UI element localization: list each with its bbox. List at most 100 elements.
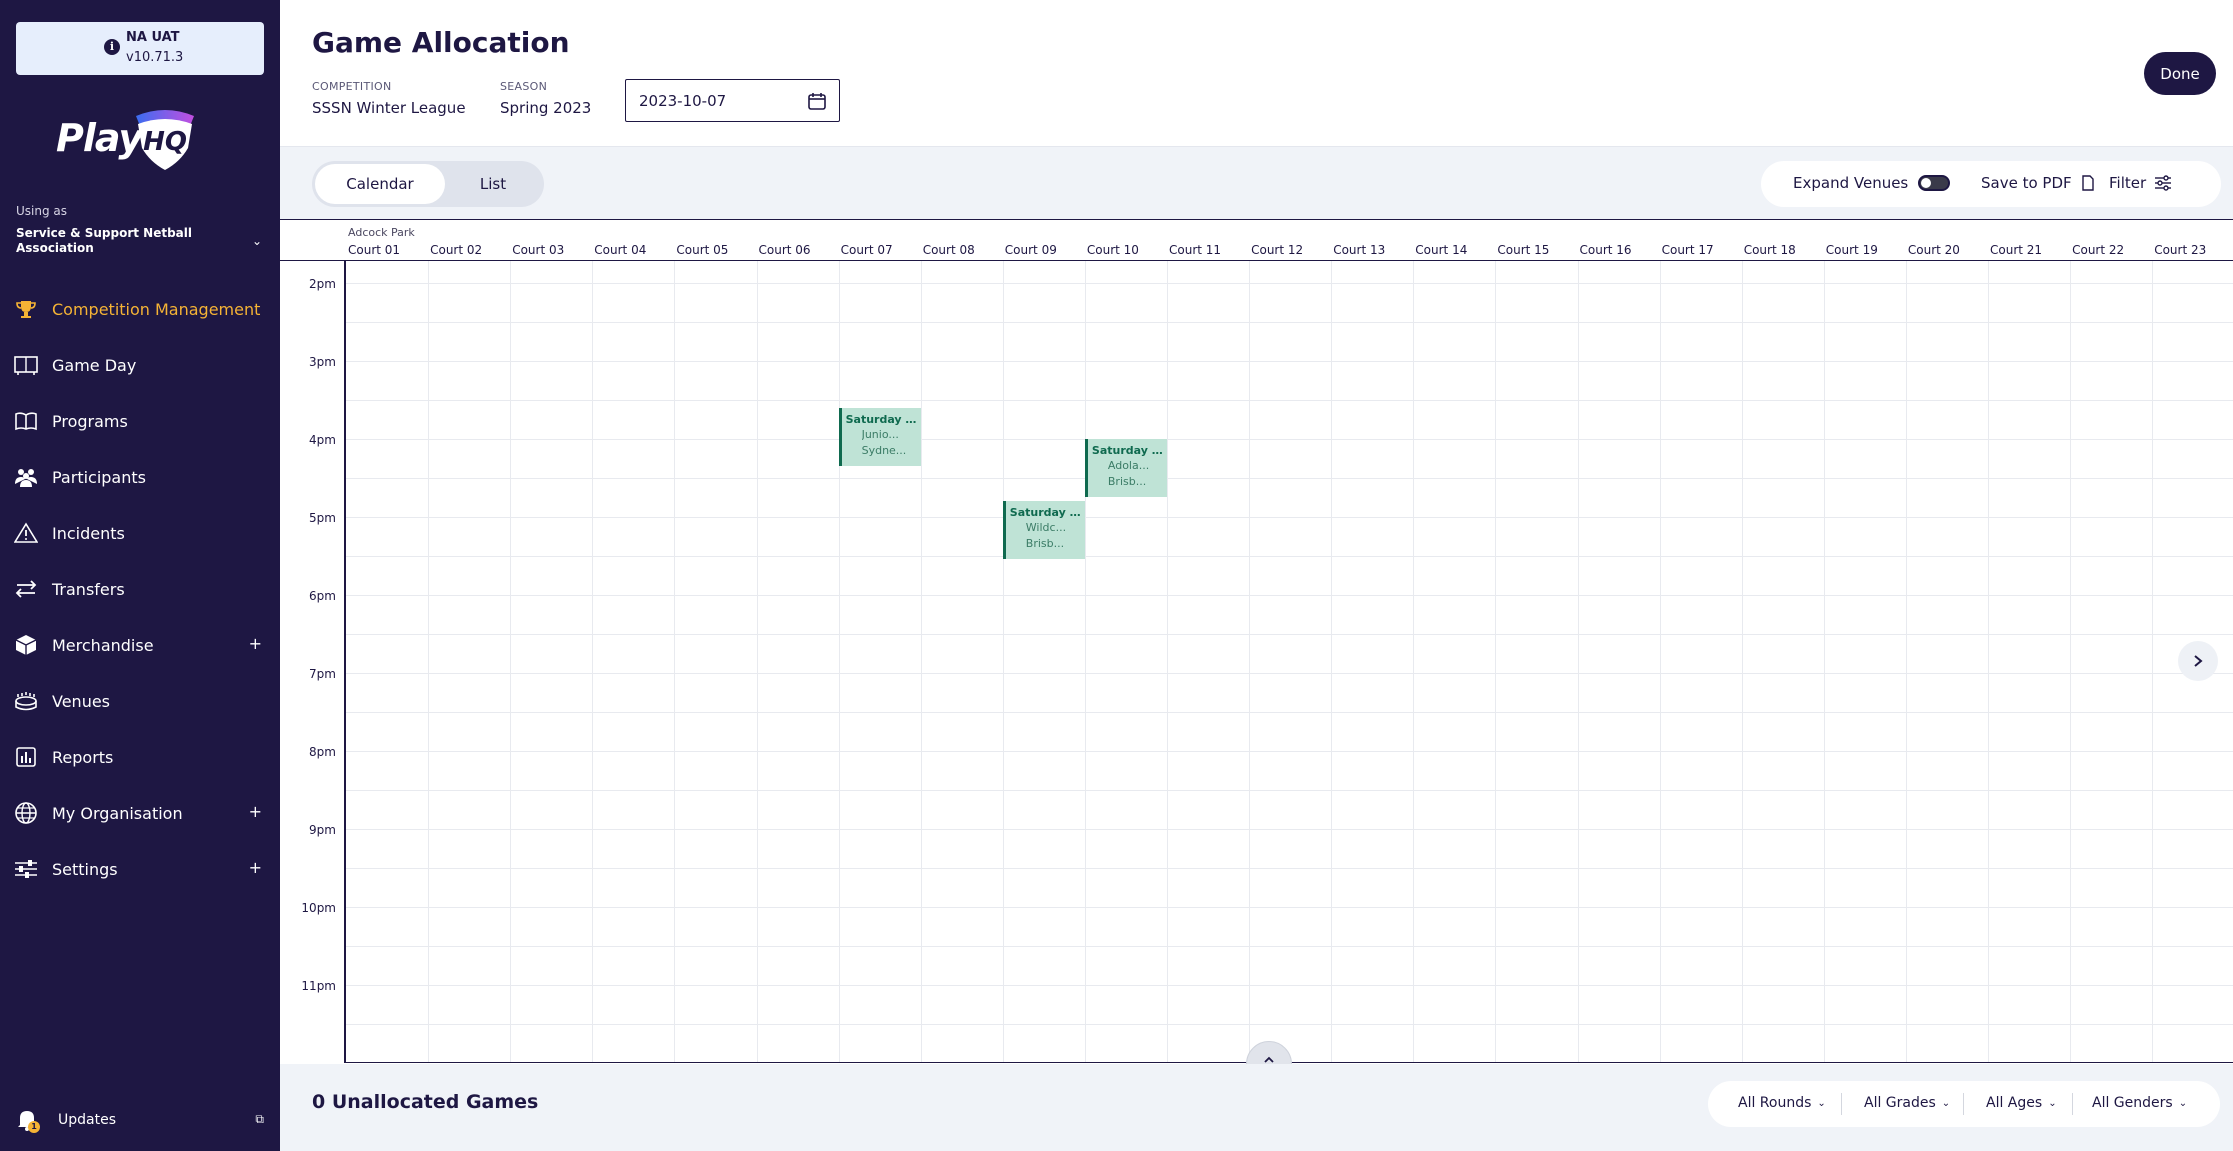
divider	[2072, 1093, 2073, 1115]
plus-icon[interactable]: +	[249, 634, 262, 653]
sidebar-item-incidents[interactable]: Incidents	[14, 518, 276, 548]
organisation-name[interactable]: Service & Support Netball Association	[16, 226, 236, 256]
expand-venues-toggle[interactable]: Expand Venues	[1793, 174, 1951, 192]
updates-link[interactable]: 1 Updates ⧉	[14, 1106, 264, 1134]
court-column-header: Court 03	[512, 243, 565, 257]
save-pdf-label: Save to PDF	[1981, 174, 2072, 192]
row-divider	[346, 751, 2233, 752]
date-value: 2023-10-07	[639, 91, 727, 110]
row-divider	[346, 283, 2233, 284]
date-picker-input[interactable]: 2023-10-07	[625, 79, 840, 122]
court-column-header: Court 23	[2154, 243, 2207, 257]
sidebar-item-label: Programs	[52, 411, 128, 431]
court-column-header: Court 01	[348, 243, 401, 257]
game-event-card[interactable]: Saturday J...Adola...Brisb...	[1084, 439, 1167, 497]
sidebar-item-settings[interactable]: Settings +	[14, 854, 276, 884]
playhq-logo[interactable]: Play HQ	[54, 106, 204, 172]
calendar-view-tab[interactable]: Calendar	[315, 164, 445, 204]
sidebar-item-my-organisation[interactable]: My Organisation +	[14, 798, 276, 828]
sidebar-item-venues[interactable]: Venues	[14, 686, 276, 716]
genders-filter[interactable]: All Genders ⌄	[2092, 1095, 2187, 1111]
chevron-down-icon[interactable]: ⌄	[252, 234, 262, 248]
column-divider	[1495, 261, 1497, 1062]
grades-filter[interactable]: All Grades ⌄	[1864, 1095, 1950, 1111]
calendar-grid[interactable]: Saturday J...Junio...Sydne... Saturday J.…	[344, 261, 2233, 1063]
plus-icon[interactable]: +	[249, 858, 262, 877]
game-team-name: Brisb...	[1108, 474, 1163, 490]
next-courts-button[interactable]	[2178, 641, 2218, 681]
column-divider	[756, 261, 758, 1062]
sidebar-item-participants[interactable]: Participants	[14, 462, 276, 492]
column-divider	[1413, 261, 1415, 1062]
sidebar-item-label: Reports	[52, 747, 114, 767]
row-divider	[346, 868, 2233, 869]
column-divider	[2152, 261, 2154, 1062]
column-divider	[1905, 261, 1907, 1062]
plus-icon[interactable]: +	[249, 802, 262, 821]
court-column-header: Court 21	[1990, 243, 2043, 257]
report-icon	[14, 745, 38, 769]
list-view-tab[interactable]: List	[445, 164, 541, 204]
column-divider	[1823, 261, 1825, 1062]
game-team-name: Adola...	[1108, 458, 1163, 474]
done-button[interactable]: Done	[2144, 52, 2216, 95]
divider	[1841, 1093, 1842, 1115]
ages-filter[interactable]: All Ages ⌄	[1986, 1095, 2057, 1111]
court-column-header: Court 02	[430, 243, 483, 257]
game-event-card[interactable]: Saturday J...Wildc...Brisb...	[1002, 501, 1085, 560]
sidebar: i NA UAT v10.71.3 Play HQ Using as Servi…	[0, 0, 280, 1151]
sidebar-item-reports[interactable]: Reports	[14, 742, 276, 772]
view-switcher: Calendar List	[312, 161, 544, 207]
column-divider	[592, 261, 594, 1062]
time-label: 4pm	[309, 433, 336, 447]
column-divider	[1167, 261, 1168, 1062]
row-divider	[346, 829, 2233, 830]
chevron-down-icon: ⌄	[2178, 1097, 2188, 1109]
time-column-header	[280, 219, 344, 261]
time-label: 8pm	[309, 745, 336, 759]
row-divider	[346, 595, 2233, 596]
rounds-filter[interactable]: All Rounds ⌄	[1738, 1095, 1826, 1111]
game-team-name: Junio...	[862, 427, 917, 443]
row-divider	[346, 478, 2233, 479]
book-icon	[14, 409, 38, 433]
column-divider	[1741, 261, 1743, 1062]
season-value: Spring 2023	[500, 99, 592, 117]
filter-label: Filter	[2109, 174, 2147, 192]
venue-name: Adcock Park	[348, 226, 415, 239]
time-label: 11pm	[301, 979, 336, 993]
competition-label: COMPETITION	[312, 80, 392, 93]
game-team-list: Wildc...Brisb...	[1010, 520, 1081, 552]
sidebar-item-transfers[interactable]: Transfers	[14, 574, 276, 604]
warning-icon	[14, 521, 38, 545]
time-label: 7pm	[309, 667, 336, 681]
sidebar-item-label: Settings	[52, 859, 118, 879]
court-column-header: Court 16	[1579, 243, 1632, 257]
toggle-switch[interactable]	[1918, 175, 1951, 191]
column-divider	[1577, 261, 1579, 1062]
logo-mark-text: HQ	[143, 127, 187, 157]
save-pdf-button[interactable]: Save to PDF	[1981, 174, 2096, 192]
sidebar-item-competition-management[interactable]: Competition Management	[14, 294, 276, 324]
row-divider	[346, 361, 2233, 362]
sidebar-item-label: Competition Management	[52, 299, 261, 319]
court-column-header: Court 14	[1415, 243, 1468, 257]
genders-filter-label: All Genders	[2092, 1095, 2173, 1111]
sidebar-item-merchandise[interactable]: Merchandise +	[14, 630, 276, 660]
sidebar-item-programs[interactable]: Programs	[14, 406, 276, 436]
info-icon: i	[104, 39, 120, 55]
sidebar-item-game-day[interactable]: Game Day	[14, 350, 276, 380]
sidebar-item-label: Venues	[52, 691, 111, 711]
column-divider	[1249, 261, 1251, 1062]
calendar-icon[interactable]	[807, 91, 827, 111]
chevron-down-icon: ⌄	[1941, 1097, 1951, 1109]
filter-button[interactable]: Filter	[2109, 174, 2172, 192]
allocation-calendar: Adcock Park Court 01 Court 02 Court 03 Cour…	[280, 219, 2233, 1087]
stadium-icon	[14, 689, 38, 713]
court-column-header: Court 08	[922, 243, 975, 257]
game-event-card[interactable]: Saturday J...Junio...Sydne...	[838, 407, 921, 466]
game-team-list: Junio...Sydne...	[846, 427, 917, 459]
sliders-icon	[2155, 175, 2172, 191]
page-header: Game Allocation COMPETITION SSSN Winter …	[280, 0, 2233, 147]
column-divider	[1988, 261, 1989, 1062]
